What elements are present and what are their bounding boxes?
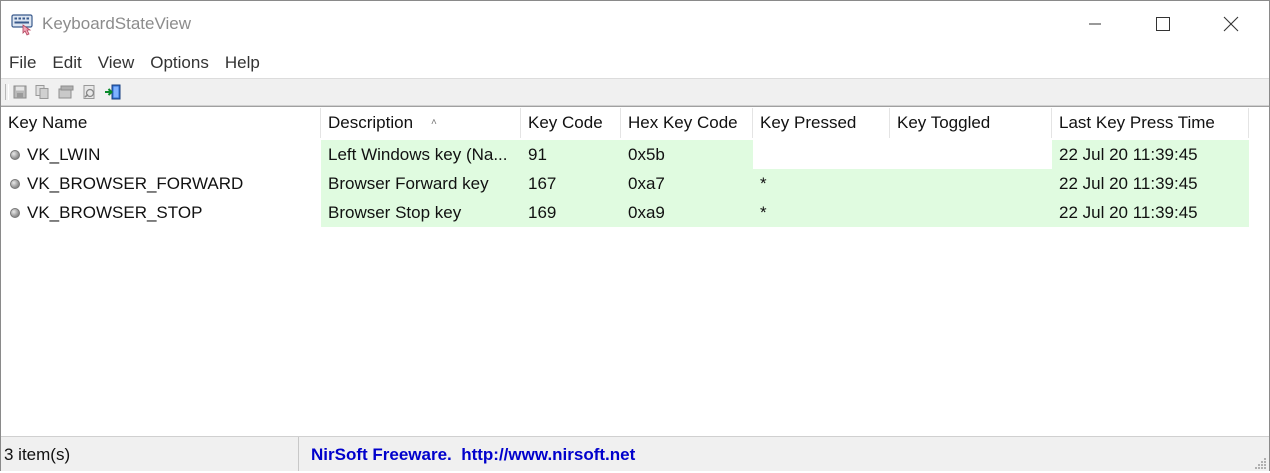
cell-key-pressed: * [753, 198, 890, 227]
cell-key-toggled [890, 198, 1052, 227]
key-state-icon [10, 207, 20, 218]
table-row[interactable]: VK_BROWSER_STOP Browser Stop key 169 0xa… [1, 198, 1249, 227]
item-count: 3 item(s) [1, 437, 299, 471]
title-bar[interactable]: KeyboardStateView [1, 1, 1269, 47]
cell-description: Left Windows key (Na... [321, 140, 521, 169]
minimize-button[interactable] [1061, 1, 1129, 47]
column-header-description[interactable]: Description ˄ [321, 108, 521, 138]
cell-last-key-press-time: 22 Jul 20 11:39:45 [1052, 198, 1249, 227]
cell-description: Browser Stop key [321, 198, 521, 227]
key-state-icon [10, 178, 20, 189]
exit-button[interactable] [104, 83, 122, 101]
cell-last-key-press-time: 22 Jul 20 11:39:45 [1052, 169, 1249, 198]
cell-last-key-press-time: 22 Jul 20 11:39:45 [1052, 140, 1249, 169]
cell-key-toggled [890, 140, 1052, 169]
nirsoft-link[interactable]: NirSoft Freeware. http://www.nirsoft.net [311, 437, 635, 471]
key-state-icon [10, 149, 20, 160]
properties-button[interactable] [57, 83, 75, 101]
window-title: KeyboardStateView [42, 14, 192, 33]
cell-key-code: 167 [521, 169, 621, 198]
sort-ascending-icon: ˄ [431, 117, 437, 128]
key-name-text: VK_BROWSER_STOP [27, 203, 203, 222]
menu-help[interactable]: Help [217, 50, 268, 76]
maximize-icon [1156, 17, 1170, 31]
column-header-key-toggled[interactable]: Key Toggled [890, 108, 1052, 138]
cell-key-name: VK_BROWSER_FORWARD [1, 169, 321, 198]
menu-view[interactable]: View [90, 50, 143, 76]
cell-hex-key-code: 0xa9 [621, 198, 753, 227]
save-icon [13, 85, 27, 99]
cell-description: Browser Forward key [321, 169, 521, 198]
cell-key-code: 169 [521, 198, 621, 227]
keyboard-app-icon [11, 14, 33, 36]
key-name-text: VK_LWIN [27, 145, 101, 164]
close-icon [1223, 16, 1239, 32]
close-button[interactable] [1197, 1, 1265, 47]
html-report-button[interactable] [80, 83, 98, 101]
toolbar-grip[interactable] [5, 84, 9, 100]
cell-hex-key-code: 0xa7 [621, 169, 753, 198]
toolbar [1, 78, 1269, 106]
exit-icon [105, 84, 121, 100]
resize-grip-icon[interactable] [1255, 457, 1267, 469]
cell-key-name: VK_BROWSER_STOP [1, 198, 321, 227]
maximize-button[interactable] [1129, 1, 1197, 47]
column-header-key-name[interactable]: Key Name [1, 108, 321, 138]
app-window: KeyboardStateView File Edit View Options… [0, 0, 1270, 471]
html-report-icon [83, 85, 95, 99]
column-header-description-label: Description [328, 113, 414, 132]
table-row[interactable]: VK_BROWSER_FORWARD Browser Forward key 1… [1, 169, 1249, 198]
column-header-key-code[interactable]: Key Code [521, 108, 621, 138]
key-state-list[interactable]: Key Name Description ˄ Key Code Hex Key C… [1, 106, 1269, 435]
key-name-text: VK_BROWSER_FORWARD [27, 174, 244, 193]
column-header-key-pressed[interactable]: Key Pressed [753, 108, 890, 138]
cell-hex-key-code: 0x5b [621, 140, 753, 169]
cell-key-code: 91 [521, 140, 621, 169]
cell-key-pressed [753, 140, 890, 169]
menu-edit[interactable]: Edit [44, 50, 89, 76]
copy-button[interactable] [33, 83, 51, 101]
menu-options[interactable]: Options [142, 50, 217, 76]
cell-key-name: VK_LWIN [1, 140, 321, 169]
status-bar: 3 item(s) NirSoft Freeware. http://www.n… [1, 436, 1269, 471]
cell-key-toggled [890, 169, 1052, 198]
list-rows: VK_LWIN Left Windows key (Na... 91 0x5b … [1, 140, 1249, 227]
table-row[interactable]: VK_LWIN Left Windows key (Na... 91 0x5b … [1, 140, 1249, 169]
save-button[interactable] [11, 83, 29, 101]
column-header-hex-key-code[interactable]: Hex Key Code [621, 108, 753, 138]
cell-key-pressed: * [753, 169, 890, 198]
copy-icon [35, 85, 49, 99]
properties-icon [58, 85, 74, 99]
menu-bar: File Edit View Options Help [1, 50, 268, 76]
menu-file[interactable]: File [1, 50, 44, 76]
list-header: Key Name Description ˄ Key Code Hex Key C… [1, 108, 1269, 138]
minimize-icon [1089, 23, 1101, 25]
column-header-last-key-press-time[interactable]: Last Key Press Time [1052, 108, 1249, 138]
